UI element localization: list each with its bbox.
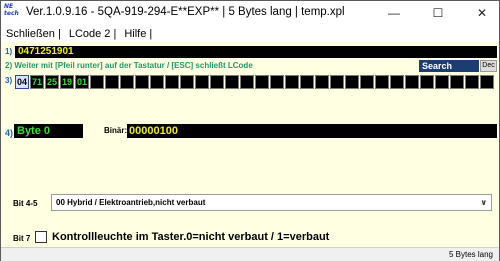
bit7-label: Bit 7 [13,234,31,243]
instruction-text: 2) Weiter mit [Pfeil runter] auf der Tas… [5,61,253,70]
byte-cell[interactable] [195,75,209,89]
byte-cell[interactable] [480,75,494,89]
byte-cell[interactable] [435,75,449,89]
binar-label: Binär: [104,126,128,135]
bit45-dropdown[interactable]: 00 Hybrid / Elektroantrieb,nicht verbaut… [51,194,492,211]
menu-item-schliessen[interactable]: Schließen | [6,28,61,40]
byte-cell[interactable] [180,75,194,89]
menu-item-lcode2[interactable]: LCode 2 | [69,28,117,40]
byte-cell[interactable]: 04 [15,75,29,89]
byte-cell[interactable] [390,75,404,89]
byte-cell[interactable] [405,75,419,89]
binar-value: 00000100 [127,124,497,138]
byte-cell[interactable] [150,75,164,89]
byte-cell[interactable] [90,75,104,89]
byte-cell[interactable] [240,75,254,89]
menu-bar: Schließen | LCode 2 | Hilfe | [1,25,499,42]
byte-cell[interactable] [450,75,464,89]
minimize-button[interactable]: — [379,1,409,25]
bit45-label: Bit 4-5 [13,199,38,208]
byte-cell[interactable]: 71 [30,75,44,89]
byte-cell[interactable] [375,75,389,89]
byte-cell[interactable] [255,75,269,89]
byte-cell[interactable] [270,75,284,89]
title-bar: NE tech Ver.1.0.9.16 - 5QA-919-294-E**EX… [1,1,499,25]
byte-cell[interactable] [420,75,434,89]
app-window: NE tech Ver.1.0.9.16 - 5QA-919-294-E**EX… [0,0,500,261]
bit7-checkbox-label[interactable]: Kontrollleuchte im Taster.0=nicht verbau… [52,231,329,243]
byte-cell[interactable] [105,75,119,89]
status-text: 5 Bytes lang [448,250,493,259]
byte-label: Byte 0 [14,124,83,138]
byte-cell[interactable] [345,75,359,89]
bit45-selected-value: 00 Hybrid / Elektroantrieb,nicht verbaut [56,198,206,207]
byte-cell[interactable] [360,75,374,89]
row-number-3: 3) [5,76,13,85]
byte-cell[interactable] [315,75,329,89]
byte-cell[interactable]: 19 [60,75,74,89]
chevron-down-icon: ∨ [480,198,488,207]
close-button[interactable]: ✕ [467,1,497,25]
bit7-checkbox[interactable] [35,231,47,243]
row-number-1: 1) [5,47,13,56]
byte-cell[interactable] [285,75,299,89]
maximize-button[interactable]: ☐ [423,1,453,25]
window-title: Ver.1.0.9.16 - 5QA-919-294-E**EXP** | 5 … [26,6,345,18]
lcode-input[interactable]: 0471251901 [15,46,497,58]
app-logo-icon: NE tech [4,3,19,17]
dec-button[interactable]: Dec [480,60,497,72]
byte-cell[interactable]: 01 [75,75,89,89]
byte-cell[interactable] [330,75,344,89]
byte-cell[interactable]: 25 [45,75,59,89]
status-bar: 5 Bytes lang [1,247,499,261]
byte-cell[interactable] [465,75,479,89]
byte-cells-row: 04 71 25 19 01 [15,75,497,89]
byte-cell[interactable] [165,75,179,89]
byte-cell[interactable] [210,75,224,89]
byte-cell[interactable] [225,75,239,89]
byte-cell[interactable] [300,75,314,89]
row-number-4: 4) [5,128,14,138]
byte-cell[interactable] [120,75,134,89]
search-input[interactable]: Search [419,60,479,72]
menu-item-hilfe[interactable]: Hilfe | [124,28,152,40]
byte-cell[interactable] [135,75,149,89]
